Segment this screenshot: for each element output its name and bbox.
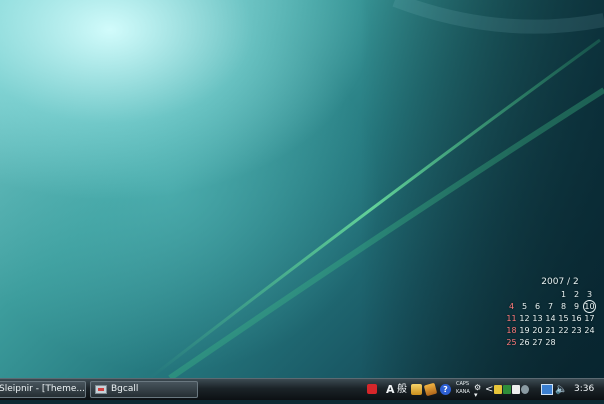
calendar-day: 9 xyxy=(573,302,580,311)
calendar-day: 4 xyxy=(508,302,515,311)
calendar-day: 6 xyxy=(534,302,541,311)
calendar-day: 27 xyxy=(532,338,543,347)
calendar-day: 8 xyxy=(560,302,567,311)
monitor-icon xyxy=(95,385,107,394)
calendar-day: 21 xyxy=(545,326,556,335)
tray-app-icon-gray[interactable] xyxy=(521,385,529,394)
calendar-day: 25 xyxy=(506,338,517,347)
ime-input-mode-icon[interactable]: A xyxy=(386,382,395,397)
ime-conversion-mode-icon[interactable]: 般 xyxy=(397,382,407,397)
calendar-day: 18 xyxy=(506,326,517,335)
calendar-day: 5 xyxy=(521,302,528,311)
calendar-day: 16 xyxy=(571,314,582,323)
taskbar-button-label: Sleipnir - [Theme... xyxy=(0,384,85,394)
calendar-day: 14 xyxy=(545,314,556,323)
calendar-day: 2 xyxy=(573,290,580,299)
calendar-day: 11 xyxy=(506,314,517,323)
calendar-month-title: 2007 / 2 xyxy=(541,277,579,287)
ime-tool-icon[interactable] xyxy=(423,382,438,397)
desktop-wallpaper: 2007 / 2 1 2 3 4 5 6 7 8 9 10 11 12 13 14 15 16 17 18 19 20… xyxy=(0,0,604,378)
taskbar: Sleipnir - [Theme... Bgcall A 般 ? CAPS K… xyxy=(0,378,604,400)
calendar-day: 23 xyxy=(571,326,582,335)
calendar-day: 26 xyxy=(519,338,530,347)
calendar-day: 17 xyxy=(584,314,595,323)
show-hidden-icons-button[interactable]: < xyxy=(485,382,493,397)
calendar-day xyxy=(505,289,518,301)
calendar-day: 19 xyxy=(519,326,530,335)
taskbar-button-bgcall[interactable]: Bgcall xyxy=(90,381,198,398)
calendar-day xyxy=(518,289,531,301)
red-app-icon[interactable] xyxy=(367,384,377,394)
calendar-day-today: 10 xyxy=(583,300,596,313)
tray-app-icon-white[interactable] xyxy=(512,385,520,394)
network-icon[interactable] xyxy=(541,384,553,395)
calendar-day: 1 xyxy=(560,290,567,299)
calendar-day xyxy=(570,337,583,349)
taskbar-button-label: Bgcall xyxy=(111,384,139,394)
tray-app-icon-green[interactable] xyxy=(503,385,511,394)
calendar-day-grid: 1 2 3 4 5 6 7 8 9 10 11 12 13 14 15 16 17 18 19 20 21 22 23 24 2… xyxy=(505,289,601,349)
calendar-day: 15 xyxy=(558,314,569,323)
dictionary-icon[interactable] xyxy=(411,384,422,395)
calendar-day: 28 xyxy=(545,338,556,347)
calendar-day: 12 xyxy=(519,314,530,323)
calendar-day: 22 xyxy=(558,326,569,335)
calendar-day: 7 xyxy=(547,302,554,311)
calendar-day xyxy=(544,289,557,301)
calendar-day xyxy=(531,289,544,301)
ime-menu-arrow-icon[interactable]: ▾ xyxy=(474,388,478,403)
calendar-day xyxy=(583,337,596,349)
calendar-day: 20 xyxy=(532,326,543,335)
volume-icon[interactable]: 🔈 xyxy=(555,382,567,397)
kana-indicator: KANA xyxy=(456,389,470,395)
taskbar-button-sleipnir[interactable]: Sleipnir - [Theme... xyxy=(0,381,86,398)
taskbar-clock[interactable]: 3:36 xyxy=(574,382,594,397)
calendar-day: 24 xyxy=(584,326,595,335)
calendar-day xyxy=(557,337,570,349)
help-icon[interactable]: ? xyxy=(440,384,451,395)
calendar-gadget: 2007 / 2 1 2 3 4 5 6 7 8 9 10 11 12 13 14 15 16 17 18 19 20… xyxy=(505,276,601,349)
calendar-day: 13 xyxy=(532,314,543,323)
tray-app-icon-yellow[interactable] xyxy=(494,385,502,394)
